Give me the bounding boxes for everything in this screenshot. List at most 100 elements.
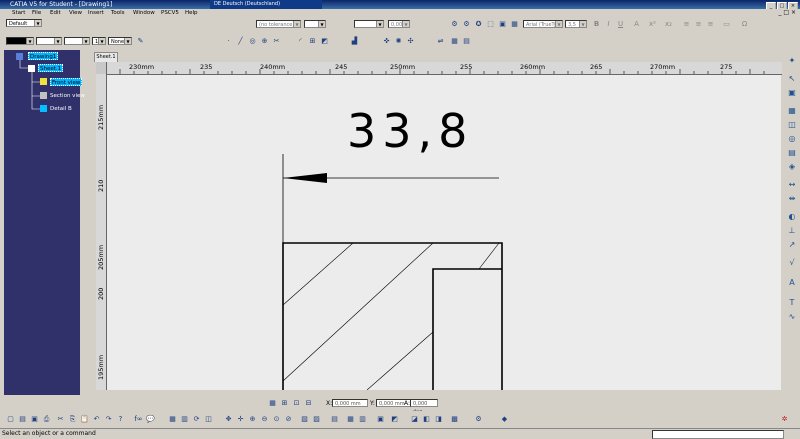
copy-icon[interactable]: ⎘ xyxy=(68,415,77,424)
align-right-icon[interactable]: ≡ xyxy=(706,20,715,29)
dimension-icon[interactable]: ⊞ xyxy=(308,37,317,46)
align-center-icon[interactable]: ≡ xyxy=(694,20,703,29)
drawing-sheet[interactable]: 33,8 xyxy=(107,75,781,390)
paste-icon[interactable]: 📋 xyxy=(80,415,89,424)
brush-icon[interactable]: ✎ xyxy=(136,37,145,46)
bom-icon[interactable]: ▤ xyxy=(462,37,471,46)
datum-icon[interactable]: ⊥ xyxy=(787,226,797,236)
layer-icon[interactable]: ◨ xyxy=(434,415,443,424)
color-icon[interactable]: ▩ xyxy=(450,415,459,424)
workbench-icon[interactable]: ✦ xyxy=(787,56,797,66)
grid-toggle-icon[interactable]: ▥ xyxy=(180,415,189,424)
underline-icon[interactable]: U xyxy=(616,20,625,29)
tolerance-value-select[interactable]: ▼ xyxy=(304,20,326,28)
grid-icon[interactable]: ▦ xyxy=(510,20,519,29)
italic-icon[interactable]: I xyxy=(604,20,613,29)
menu-file[interactable]: File xyxy=(32,9,41,17)
menu-edit[interactable]: Edit xyxy=(50,9,61,17)
frame-title-block-icon[interactable]: ▣ xyxy=(376,415,385,424)
sheet-icon[interactable]: ▤ xyxy=(330,415,339,424)
chain-dimension-icon[interactable]: ⇹ xyxy=(787,194,797,204)
subscript-icon[interactable]: x₂ xyxy=(664,20,673,29)
background-icon[interactable]: ◩ xyxy=(390,415,399,424)
formula-icon[interactable]: f∞ xyxy=(134,415,143,424)
input-language-indicator[interactable]: DE Deutsch (Deutschland) xyxy=(210,0,322,9)
swap-view-icon[interactable]: ▨ xyxy=(312,415,321,424)
annotation-icon[interactable]: ▣ xyxy=(498,20,507,29)
catalog-icon[interactable]: ◆ xyxy=(500,415,509,424)
numeric-select[interactable]: ▼ xyxy=(354,20,384,28)
fit-all-icon[interactable]: ✥ xyxy=(224,415,233,424)
thread-icon[interactable]: ✺ xyxy=(394,37,403,46)
constraint-icon[interactable]: ⊡ xyxy=(292,399,301,408)
centerline-icon[interactable]: ✣ xyxy=(406,37,415,46)
mdi-controls[interactable]: _ □ × xyxy=(778,9,796,17)
move-icon[interactable]: ⇌ xyxy=(436,37,445,46)
linetype-select[interactable]: ▼ xyxy=(36,37,62,45)
options-icon[interactable]: ⚙ xyxy=(474,415,483,424)
zoom-in-icon[interactable]: ⊕ xyxy=(248,415,257,424)
dress-up-icon[interactable]: ▟ xyxy=(350,37,359,46)
menu-pscv5[interactable]: PSCV5 xyxy=(161,9,179,17)
point-icon[interactable]: · xyxy=(224,37,233,46)
section-icon[interactable]: ◫ xyxy=(787,120,797,130)
chamfer-icon[interactable]: ◩ xyxy=(320,37,329,46)
new-sheet-icon[interactable]: ▦ xyxy=(346,415,355,424)
view-icon[interactable]: ▣ xyxy=(787,88,797,98)
arrow-icon[interactable]: ↗ xyxy=(787,240,797,250)
bold-icon[interactable]: B xyxy=(592,20,601,29)
menu-insert[interactable]: Insert xyxy=(88,9,104,17)
menu-window[interactable]: Window xyxy=(133,9,155,17)
update-icon[interactable]: ⟳ xyxy=(192,415,201,424)
style-select[interactable]: Default ▼ xyxy=(6,19,42,27)
zoom-area-icon[interactable]: ⊙ xyxy=(272,415,281,424)
align-left-icon[interactable]: ≡ xyxy=(682,20,691,29)
frame-icon[interactable]: ⬚ xyxy=(486,20,495,29)
hide-show-icon[interactable]: ▧ xyxy=(300,415,309,424)
detail-sheet-icon[interactable]: ▥ xyxy=(358,415,367,424)
color-select[interactable]: ▼ xyxy=(6,37,34,45)
grid-icon[interactable]: ▦ xyxy=(268,399,277,408)
menu-tools[interactable]: Tools xyxy=(111,9,125,17)
circle-icon[interactable]: ◎ xyxy=(248,37,257,46)
x-coordinate-field[interactable]: 0,000 mm xyxy=(332,399,368,407)
cut-icon[interactable]: ✂ xyxy=(56,415,65,424)
zoom-out-icon[interactable]: ⊖ xyxy=(260,415,269,424)
comment-icon[interactable]: 💬 xyxy=(146,415,155,424)
arc-icon[interactable]: ◜ xyxy=(296,37,305,46)
menu-start[interactable]: Start xyxy=(12,9,25,17)
text-properties-icon[interactable]: ⚙ xyxy=(462,20,471,29)
symbol-icon[interactable]: ✪ xyxy=(474,20,483,29)
gear-icon[interactable]: ⚙ xyxy=(450,20,459,29)
line-weight-select[interactable]: 1 ▼ xyxy=(92,37,106,45)
tab-sheet[interactable]: Sheet.1 xyxy=(94,52,118,62)
axis-icon[interactable]: ✜ xyxy=(382,37,391,46)
menu-view[interactable]: View xyxy=(69,9,82,17)
fill-select[interactable]: None ▼ xyxy=(108,37,132,45)
save-icon[interactable]: ▣ xyxy=(30,415,39,424)
detail-icon[interactable]: ◎ xyxy=(787,134,797,144)
undo-icon[interactable]: ↶ xyxy=(92,415,101,424)
text-style-icon[interactable]: A xyxy=(632,20,641,29)
frame-text-icon[interactable]: ▭ xyxy=(722,20,731,29)
radius-icon[interactable]: ◐ xyxy=(787,212,797,222)
new-icon[interactable]: ▢ xyxy=(6,415,15,424)
projection-icon[interactable]: ▦ xyxy=(787,106,797,116)
superscript-icon[interactable]: x² xyxy=(648,20,657,29)
tolerance-select[interactable]: (no tolerance) ▼ xyxy=(256,20,301,28)
insert-symbol-icon[interactable]: Ω xyxy=(740,20,749,29)
select-icon[interactable]: ↖ xyxy=(787,74,797,84)
wave-icon[interactable]: ∿ xyxy=(787,312,797,322)
dimension-system-icon[interactable]: ⊟ xyxy=(304,399,313,408)
precision-select[interactable]: 0,000 ▼ xyxy=(388,20,410,28)
breakout-icon[interactable]: ◈ xyxy=(787,162,797,172)
menu-help[interactable]: Help xyxy=(185,9,198,17)
thickness-select[interactable]: ▼ xyxy=(64,37,90,45)
generate-icon[interactable]: ◧ xyxy=(422,415,431,424)
line-icon[interactable]: ╱ xyxy=(236,37,245,46)
table-icon[interactable]: ▦ xyxy=(450,37,459,46)
font-select[interactable]: Arial (TrueTyp ▼ xyxy=(523,20,563,28)
analysis-icon[interactable]: ◫ xyxy=(204,415,213,424)
clipping-icon[interactable]: ▤ xyxy=(787,148,797,158)
trim-icon[interactable]: ✂ xyxy=(272,37,281,46)
